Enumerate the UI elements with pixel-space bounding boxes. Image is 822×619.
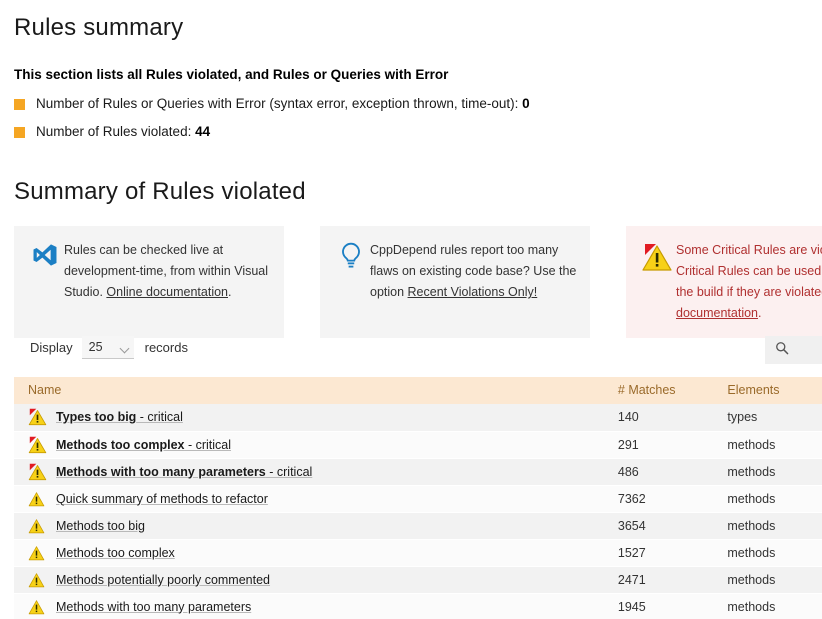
summary-bullet-list: Number of Rules or Queries with Error (s… (14, 96, 530, 152)
bullet-text: Number of Rules or Queries with Error (s… (36, 96, 530, 111)
cell-matches: 2471 (611, 566, 722, 594)
section-lead-text: This section lists all Rules violated, a… (14, 67, 449, 82)
cell-matches: 3654 (611, 512, 722, 540)
list-item: Number of Rules or Queries with Error (s… (14, 96, 530, 111)
rule-name-link[interactable]: Methods too big (56, 519, 145, 533)
display-label: Display (30, 340, 73, 355)
bullet-value: 44 (195, 124, 211, 139)
cell-elements: types (721, 404, 822, 432)
warning-icon (28, 599, 56, 615)
cell-matches: 1945 (611, 593, 722, 619)
rule-name-link[interactable]: Types too big - critical (56, 410, 183, 424)
search-box[interactable] (765, 336, 822, 364)
warning-icon (28, 572, 56, 588)
page-title: Rules summary (14, 14, 184, 41)
cell-name: Methods with too many parameters - criti… (14, 458, 612, 486)
rule-name-link[interactable]: Quick summary of methods to refactor (56, 492, 268, 506)
warning-icon (28, 518, 56, 534)
rules-summary-page: Rules summary This section lists all Rul… (0, 0, 822, 619)
search-input[interactable] (793, 342, 821, 358)
critical-warning-icon (28, 436, 56, 454)
rule-name-link[interactable]: Methods too complex (56, 546, 175, 560)
info-card-text: CppDepend rules report too many flaws on… (370, 243, 577, 299)
info-card-text: Some Critical Rules are violated. Critic… (676, 240, 822, 324)
rule-name-link[interactable]: Methods with too many parameters - criti… (56, 465, 312, 479)
cell-elements: methods (721, 593, 822, 619)
display-records-group: Display 25 records (30, 336, 188, 359)
rules-table: Name # Matches Elements Group Types too … (14, 377, 822, 619)
table-header: Name # Matches Elements Group (14, 377, 822, 404)
bullet-value: 0 (522, 96, 530, 111)
cell-matches: 1527 (611, 539, 722, 567)
critical-warning-icon (638, 240, 676, 272)
info-card-visual-studio: Rules can be checked live at development… (14, 226, 284, 338)
cell-matches: 291 (611, 431, 722, 459)
list-item: Number of Rules violated: 44 (14, 124, 530, 139)
cell-elements: methods (721, 431, 822, 459)
section-title: Summary of Rules violated (14, 178, 306, 205)
table-row[interactable]: Methods too big3654methodsCode Quality (14, 512, 822, 540)
chevron-down-icon (119, 343, 130, 354)
cell-elements: methods (721, 539, 822, 567)
table-body: Types too big - critical140typesCode Qua… (14, 404, 822, 619)
cell-name: Types too big - critical (14, 404, 612, 432)
bullet-square-icon (14, 99, 25, 110)
cell-matches: 140 (611, 404, 722, 432)
cell-matches: 7362 (611, 485, 722, 513)
rule-critical-suffix: - critical (136, 410, 183, 425)
cell-elements: methods (721, 485, 822, 513)
column-header-matches[interactable]: # Matches (611, 377, 722, 404)
table-row[interactable]: Methods with too many parameters - criti… (14, 458, 822, 486)
info-card-critical-rules: Some Critical Rules are violated. Critic… (626, 226, 822, 338)
cell-name: Methods with too many parameters (14, 593, 612, 619)
warning-icon (28, 545, 56, 561)
cell-name: Quick summary of methods to refactor (14, 485, 612, 513)
cell-matches: 486 (611, 458, 722, 486)
lightbulb-icon (332, 240, 370, 270)
cell-name: Methods potentially poorly commented (14, 566, 612, 594)
table-controls: Display 25 records (0, 336, 822, 366)
table-row[interactable]: Methods too complex - critical 291 methods… (14, 431, 822, 459)
search-icon (775, 341, 789, 360)
table-row[interactable]: Types too big - critical140typesCode Qua… (14, 404, 822, 432)
rule-name-link[interactable]: Methods potentially poorly commented (56, 573, 270, 587)
table-row[interactable]: Methods too complex1527methodsCode Quali… (14, 539, 822, 567)
page-size-value: 25 (88, 340, 103, 354)
info-card-recent-violations: CppDepend rules report too many flaws on… (320, 226, 590, 338)
table-row[interactable]: Methods with too many parameters 1945 meth… (14, 593, 822, 619)
visual-studio-icon (26, 240, 64, 268)
critical-warning-icon (28, 408, 56, 426)
bullet-square-icon (14, 127, 25, 138)
table-header-row: Name # Matches Elements Group (14, 377, 822, 404)
cell-elements: methods (721, 512, 822, 540)
info-card-row: Rules can be checked live at development… (14, 226, 822, 338)
records-label: records (144, 340, 188, 355)
table-row[interactable]: Methods potentially poorly commented 2471… (14, 566, 822, 594)
rule-critical-suffix: - critical (265, 464, 313, 479)
rule-name-link[interactable]: Methods with too many parameters (56, 600, 251, 614)
cell-name: Methods too big (14, 512, 612, 540)
info-card-text: Rules can be checked live at development… (64, 243, 269, 299)
bullet-text: Number of Rules violated: 44 (36, 124, 211, 139)
cell-name: Methods too complex (14, 539, 612, 567)
cell-elements: methods (721, 566, 822, 594)
online-documentation-link[interactable]: Online documentation (106, 285, 228, 299)
cell-name: Methods too complex - critical (14, 431, 612, 459)
column-header-elements[interactable]: Elements (721, 377, 822, 404)
page-size-select[interactable]: 25 (81, 336, 134, 359)
warning-icon (28, 491, 56, 507)
cell-elements: methods (721, 458, 822, 486)
table-row[interactable]: Quick summary of methods to refactor 7362… (14, 485, 822, 513)
column-header-name[interactable]: Name (14, 377, 612, 404)
critical-warning-icon (28, 463, 56, 481)
recent-violations-only-link[interactable]: Recent Violations Only! (408, 285, 538, 299)
rule-name-link[interactable]: Methods too complex - critical (56, 438, 231, 452)
rule-critical-suffix: - critical (184, 437, 232, 452)
